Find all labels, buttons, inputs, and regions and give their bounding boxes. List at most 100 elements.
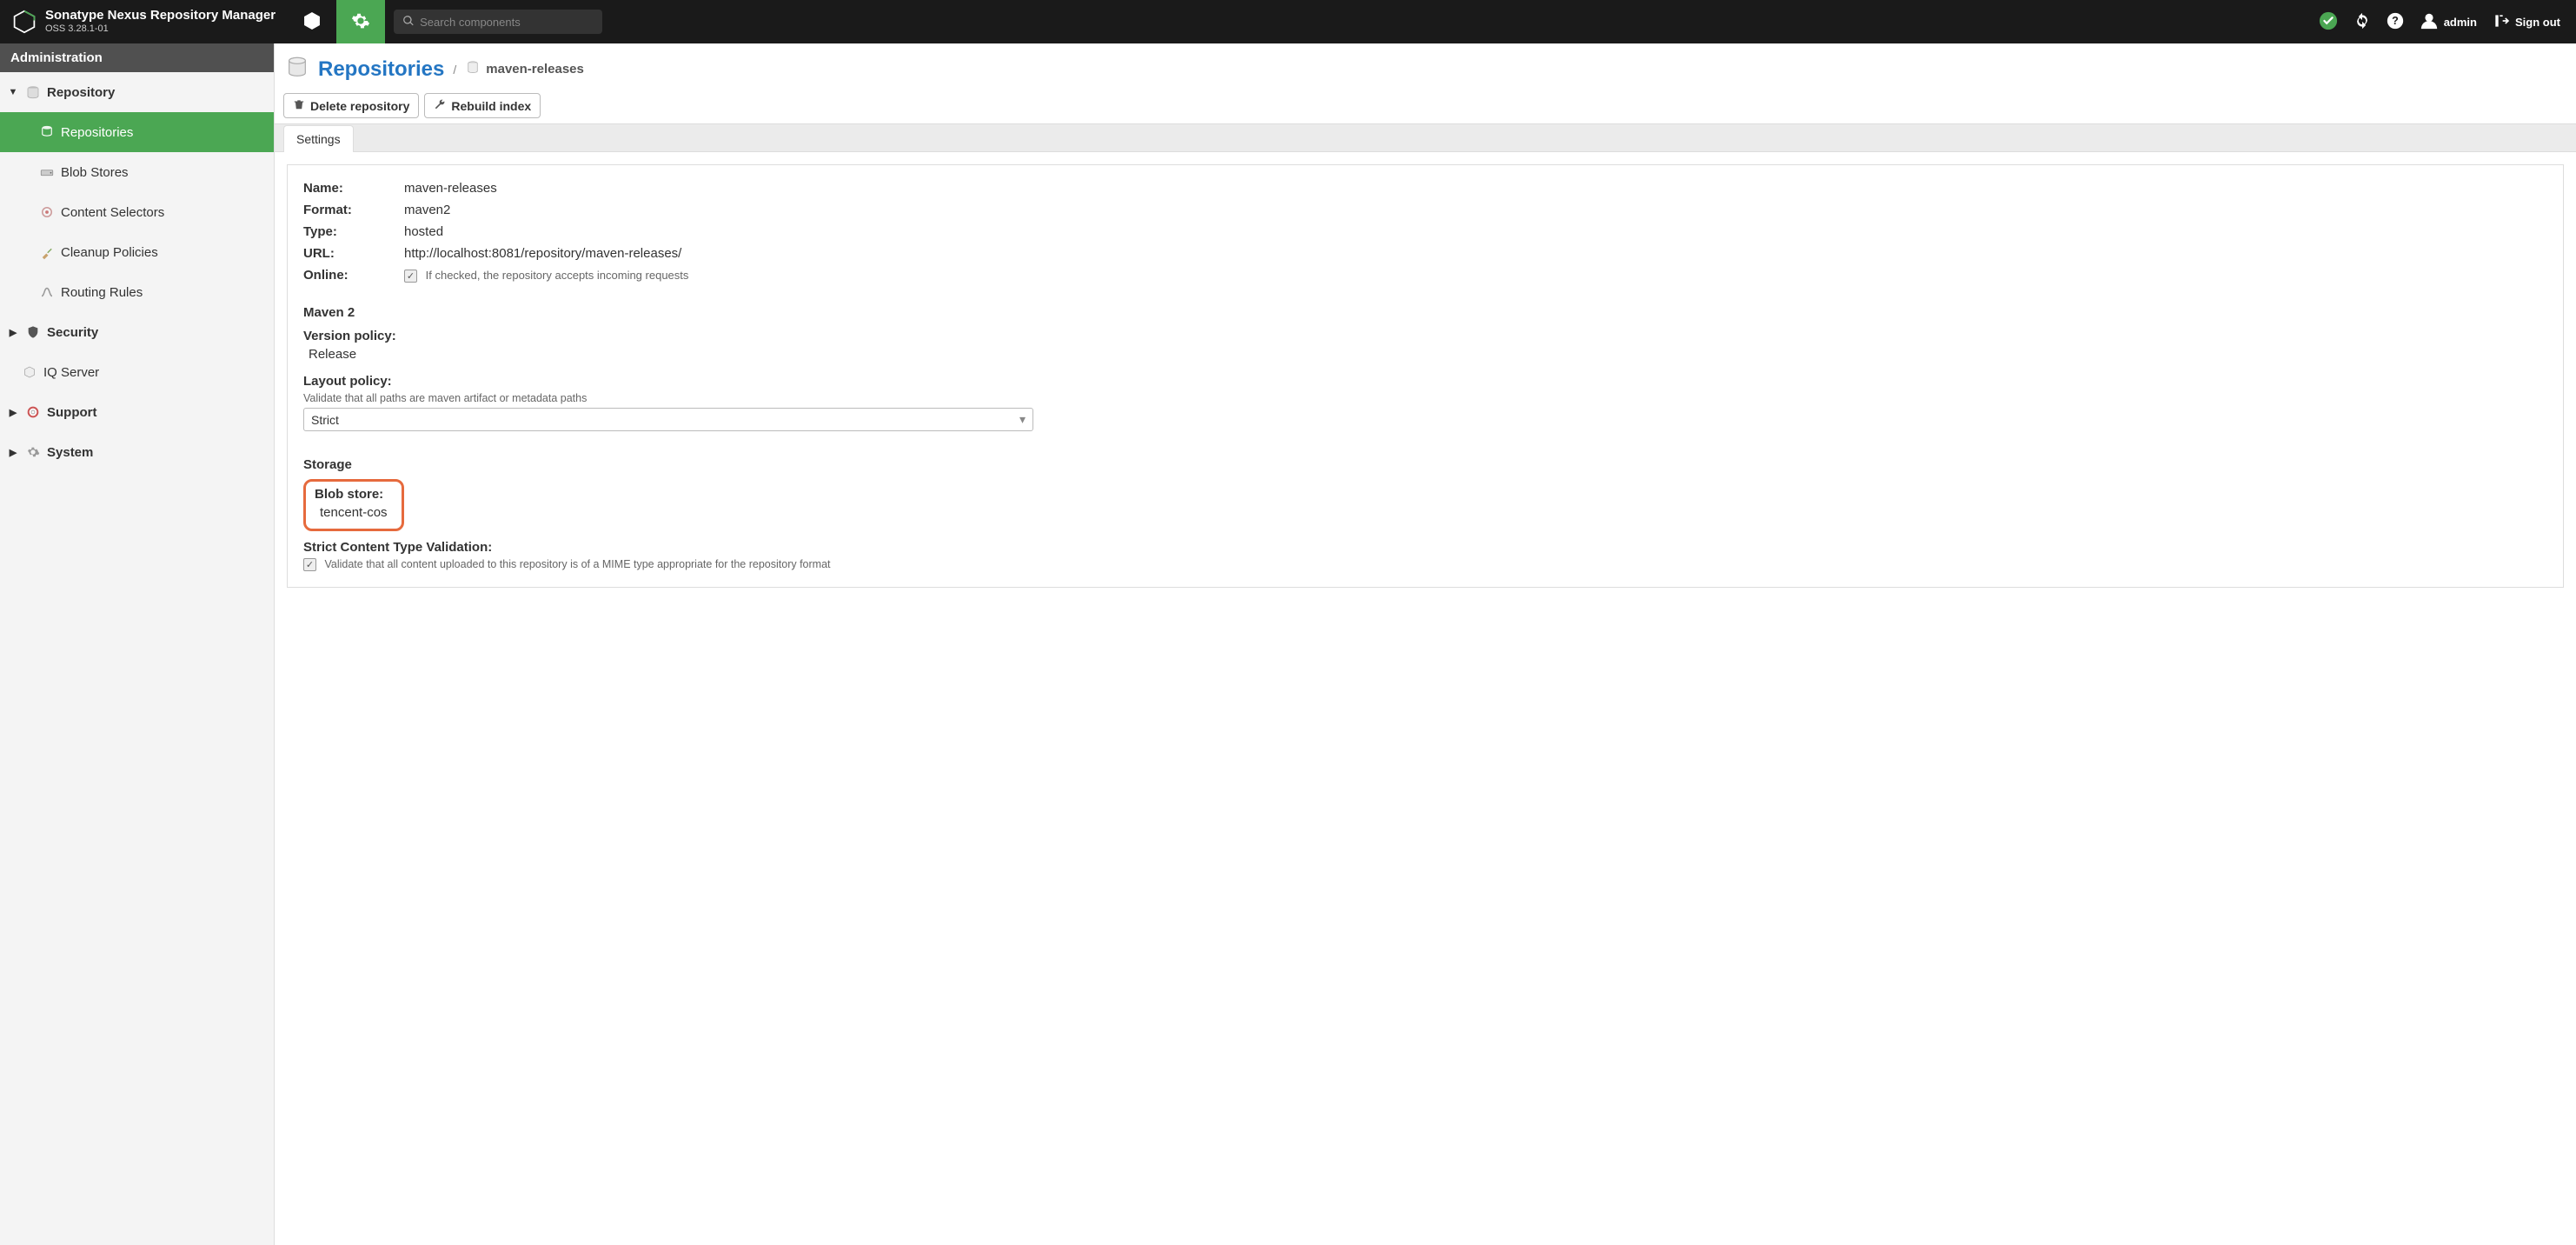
username-label: admin bbox=[2444, 16, 2477, 29]
sidebar-item-label: Repository bbox=[47, 85, 115, 100]
layout-policy-help: Validate that all paths are maven artifa… bbox=[303, 392, 2547, 404]
version-policy-label: Version policy: bbox=[303, 329, 2547, 343]
online-help-text: If checked, the repository accepts incom… bbox=[426, 269, 689, 282]
status-ok-button[interactable] bbox=[2319, 11, 2338, 33]
sidebar-item-label: Support bbox=[47, 405, 97, 420]
toolbar: Delete repository Rebuild index bbox=[275, 90, 2576, 122]
tabs: Settings bbox=[275, 123, 2576, 152]
sidebar-item-label: Blob Stores bbox=[61, 165, 129, 180]
sidebar-item-label: Security bbox=[47, 325, 98, 340]
user-menu[interactable]: admin bbox=[2420, 11, 2477, 33]
online-help: ✓ If checked, the repository accepts inc… bbox=[404, 269, 688, 283]
gear-icon bbox=[24, 445, 42, 459]
type-value: hosted bbox=[404, 224, 443, 239]
search-icon bbox=[402, 15, 415, 30]
chevron-right-icon: ▶ bbox=[7, 327, 19, 338]
refresh-icon bbox=[2354, 12, 2371, 32]
lifebuoy-icon bbox=[24, 405, 42, 419]
hdd-icon bbox=[38, 164, 56, 180]
strict-content-label: Strict Content Type Validation: bbox=[303, 540, 2547, 555]
trash-icon bbox=[293, 98, 305, 113]
delete-label: Delete repository bbox=[310, 99, 409, 113]
layout-policy-select[interactable]: Strict ▾ bbox=[303, 408, 1033, 431]
online-label: Online: bbox=[303, 268, 404, 283]
strict-content-help: ✓ Validate that all content uploaded to … bbox=[303, 558, 2547, 571]
check-circle-icon bbox=[2319, 11, 2338, 33]
rebuild-index-button[interactable]: Rebuild index bbox=[424, 93, 541, 118]
search-input[interactable] bbox=[420, 16, 594, 29]
sign-out-button[interactable]: Sign out bbox=[2493, 12, 2560, 32]
product-version: OSS 3.28.1-01 bbox=[45, 23, 276, 35]
main-content: Repositories / maven-releases Delete rep… bbox=[275, 43, 2576, 1245]
settings-panel: Name: maven-releases Format: maven2 Type… bbox=[287, 164, 2564, 588]
breadcrumb: Repositories / maven-releases bbox=[275, 43, 2576, 90]
header-right: ? admin Sign out bbox=[2319, 0, 2576, 43]
sidebar-item-content-selectors[interactable]: Content Selectors bbox=[0, 192, 274, 232]
sidebar-item-support[interactable]: ▶ Support bbox=[0, 392, 274, 432]
maven2-section-heading: Maven 2 bbox=[303, 305, 2547, 320]
sidebar: Administration ▼ Repository Repositories… bbox=[0, 43, 275, 1245]
nexus-logo-icon bbox=[12, 10, 37, 34]
database-icon bbox=[38, 124, 56, 140]
layout-policy-label: Layout policy: bbox=[303, 374, 2547, 389]
strict-content-help-text: Validate that all content uploaded to th… bbox=[324, 558, 830, 570]
sidebar-item-security[interactable]: ▶ Security bbox=[0, 312, 274, 352]
sidebar-item-repository[interactable]: ▼ Repository bbox=[0, 72, 274, 112]
database-icon bbox=[285, 56, 309, 83]
svg-text:?: ? bbox=[2392, 15, 2399, 27]
sign-out-icon bbox=[2493, 12, 2510, 32]
sidebar-item-iq-server[interactable]: IQ Server bbox=[0, 352, 274, 392]
admin-mode-button[interactable] bbox=[336, 0, 385, 43]
search-box[interactable] bbox=[394, 10, 602, 34]
storage-section-heading: Storage bbox=[303, 457, 2547, 472]
refresh-button[interactable] bbox=[2354, 12, 2371, 32]
sidebar-item-routing-rules[interactable]: Routing Rules bbox=[0, 272, 274, 312]
route-icon bbox=[38, 284, 56, 300]
user-icon bbox=[2420, 11, 2439, 33]
product-title: Sonatype Nexus Repository Manager bbox=[45, 8, 276, 23]
delete-repository-button[interactable]: Delete repository bbox=[283, 93, 419, 118]
url-value: http://localhost:8081/repository/maven-r… bbox=[404, 246, 681, 261]
strict-content-checkbox[interactable]: ✓ bbox=[303, 558, 316, 571]
brand-block: Sonatype Nexus Repository Manager OSS 3.… bbox=[0, 0, 288, 43]
help-circle-icon: ? bbox=[2387, 12, 2404, 32]
cube-icon bbox=[302, 11, 322, 33]
rebuild-label: Rebuild index bbox=[451, 99, 531, 113]
broom-icon bbox=[38, 244, 56, 260]
breadcrumb-separator: / bbox=[453, 63, 456, 77]
shield-icon bbox=[24, 325, 42, 339]
chevron-down-icon: ▼ bbox=[7, 87, 19, 97]
name-value: maven-releases bbox=[404, 181, 497, 196]
sidebar-item-blob-stores[interactable]: Blob Stores bbox=[0, 152, 274, 192]
sidebar-item-label: Repositories bbox=[61, 125, 133, 140]
blob-store-highlight: Blob store: tencent-cos bbox=[303, 479, 404, 531]
tab-settings[interactable]: Settings bbox=[283, 125, 354, 152]
sign-out-label: Sign out bbox=[2515, 16, 2560, 29]
sidebar-item-repositories[interactable]: Repositories bbox=[0, 112, 274, 152]
gear-icon bbox=[351, 11, 370, 33]
online-checkbox[interactable]: ✓ bbox=[404, 270, 417, 283]
target-icon bbox=[38, 204, 56, 220]
sidebar-item-label: Cleanup Policies bbox=[61, 245, 158, 260]
iq-icon bbox=[21, 365, 38, 379]
url-label: URL: bbox=[303, 246, 404, 261]
breadcrumb-leaf-label: maven-releases bbox=[486, 62, 584, 77]
top-header: Sonatype Nexus Repository Manager OSS 3.… bbox=[0, 0, 2576, 43]
sidebar-item-label: Routing Rules bbox=[61, 285, 143, 300]
chevron-down-icon: ▾ bbox=[1019, 412, 1026, 427]
blob-store-value: tencent-cos bbox=[315, 502, 393, 523]
blob-store-label: Blob store: bbox=[315, 487, 393, 502]
breadcrumb-root[interactable]: Repositories bbox=[318, 57, 444, 82]
sidebar-item-system[interactable]: ▶ System bbox=[0, 432, 274, 472]
breadcrumb-leaf: maven-releases bbox=[465, 60, 584, 79]
sidebar-item-cleanup-policies[interactable]: Cleanup Policies bbox=[0, 232, 274, 272]
folder-icon bbox=[24, 84, 42, 100]
format-value: maven2 bbox=[404, 203, 450, 217]
browse-mode-button[interactable] bbox=[288, 0, 336, 43]
sidebar-item-label: System bbox=[47, 445, 93, 460]
name-label: Name: bbox=[303, 181, 404, 196]
sidebar-item-label: Content Selectors bbox=[61, 205, 164, 220]
sidebar-item-label: IQ Server bbox=[43, 365, 99, 380]
sidebar-heading: Administration bbox=[0, 43, 274, 72]
help-button[interactable]: ? bbox=[2387, 12, 2404, 32]
